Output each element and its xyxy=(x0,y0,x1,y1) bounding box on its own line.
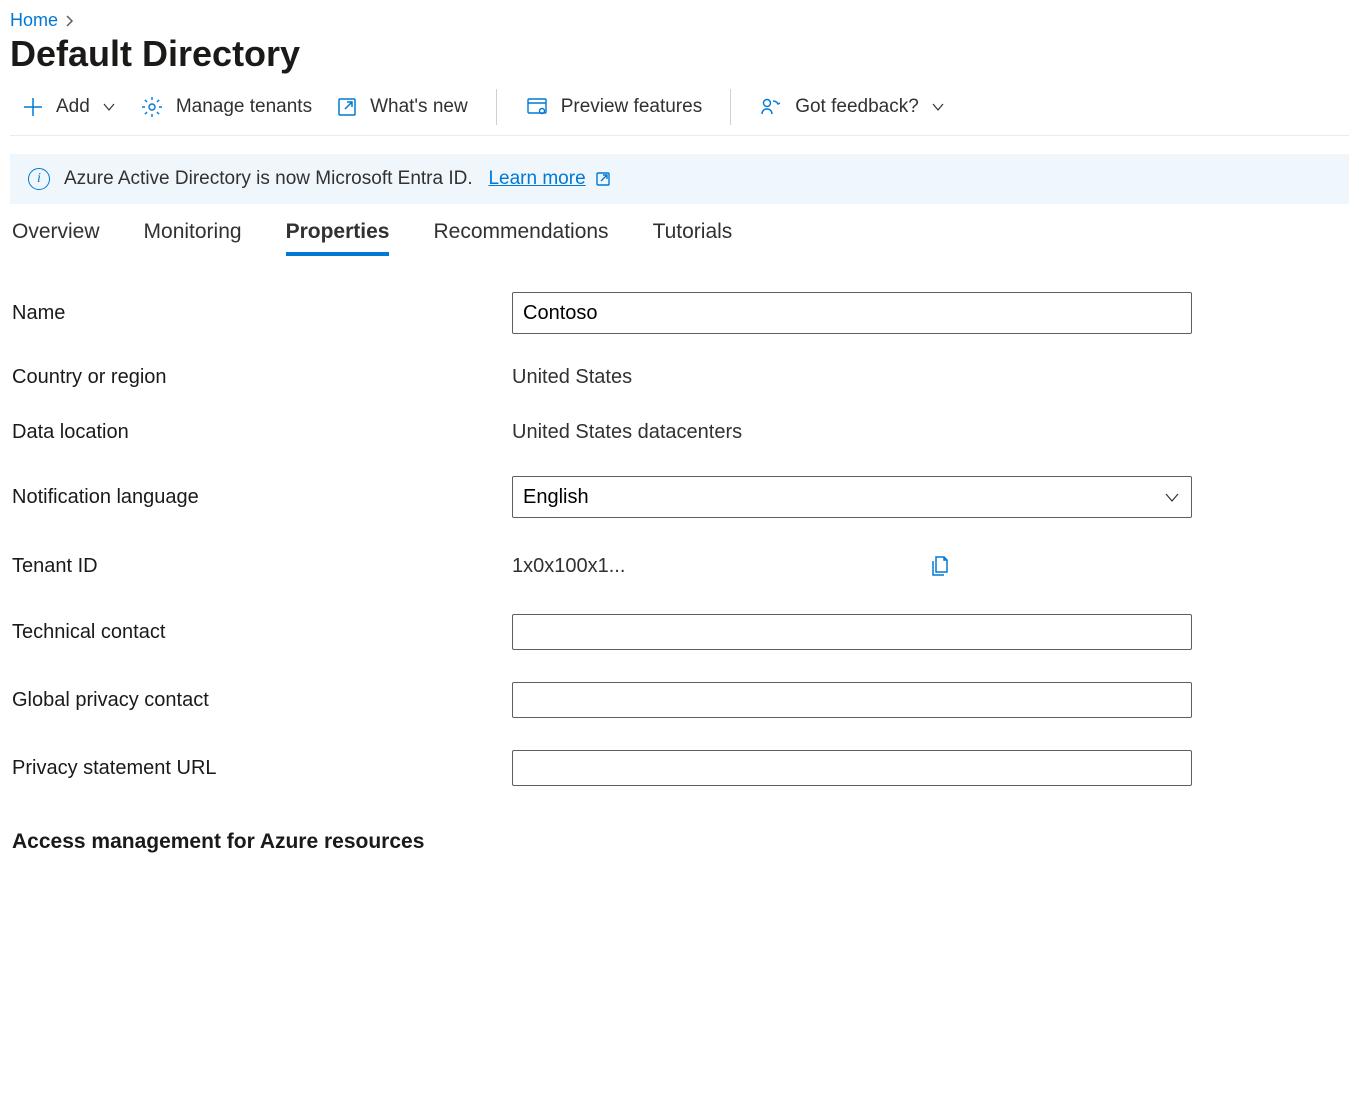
global-privacy-contact-input[interactable] xyxy=(512,682,1192,718)
external-link-icon xyxy=(595,171,611,187)
add-label: Add xyxy=(56,96,90,118)
feedback-icon xyxy=(759,95,783,119)
technical-contact-label: Technical contact xyxy=(12,621,512,644)
form-row-privacy-statement-url: Privacy statement URL xyxy=(12,750,1349,786)
country-value: United States xyxy=(512,366,632,389)
global-privacy-contact-label: Global privacy contact xyxy=(12,689,512,712)
whats-new-button[interactable]: What's new xyxy=(324,92,480,122)
data-location-value: United States datacenters xyxy=(512,421,742,444)
form-row-name: Name xyxy=(12,292,1349,334)
whats-new-label: What's new xyxy=(370,96,468,118)
add-button[interactable]: Add xyxy=(10,92,128,122)
chevron-right-icon xyxy=(64,15,76,27)
preview-features-button[interactable]: Preview features xyxy=(513,91,715,123)
technical-contact-input[interactable] xyxy=(512,614,1192,650)
form-row-technical-contact: Technical contact xyxy=(12,614,1349,650)
name-input[interactable] xyxy=(512,292,1192,334)
preview-features-label: Preview features xyxy=(561,96,703,118)
privacy-statement-url-label: Privacy statement URL xyxy=(12,757,512,780)
tab-recommendations[interactable]: Recommendations xyxy=(433,220,608,256)
tenant-id-label: Tenant ID xyxy=(12,555,512,578)
form-row-data-location: Data location United States datacenters xyxy=(12,421,1349,444)
tabs: Overview Monitoring Properties Recommend… xyxy=(10,220,1349,256)
copy-tenant-id-button[interactable] xyxy=(925,550,955,582)
manage-tenants-label: Manage tenants xyxy=(176,96,312,118)
data-location-label: Data location xyxy=(12,421,512,444)
breadcrumb: Home xyxy=(10,10,1349,31)
plus-icon xyxy=(22,96,44,118)
chevron-down-icon xyxy=(102,100,116,114)
name-label: Name xyxy=(12,302,512,325)
manage-tenants-button[interactable]: Manage tenants xyxy=(128,91,324,123)
open-external-icon xyxy=(336,96,358,118)
toolbar: Add Manage tenants What's new xyxy=(10,89,1349,136)
got-feedback-label: Got feedback? xyxy=(795,96,919,118)
tab-tutorials[interactable]: Tutorials xyxy=(653,220,733,256)
form-row-global-privacy-contact: Global privacy contact xyxy=(12,682,1349,718)
tab-properties[interactable]: Properties xyxy=(286,220,390,256)
info-bar: i Azure Active Directory is now Microsof… xyxy=(10,154,1349,204)
toolbar-separator xyxy=(730,89,731,125)
info-bar-learn-more-link[interactable]: Learn more xyxy=(488,168,585,189)
toolbar-separator xyxy=(496,89,497,125)
info-icon: i xyxy=(28,168,50,190)
page-title: Default Directory xyxy=(10,33,1349,75)
properties-form: Name Country or region United States Dat… xyxy=(10,292,1349,786)
info-bar-text: Azure Active Directory is now Microsoft … xyxy=(64,168,611,190)
got-feedback-button[interactable]: Got feedback? xyxy=(747,91,957,123)
privacy-statement-url-input[interactable] xyxy=(512,750,1192,786)
form-row-country: Country or region United States xyxy=(12,366,1349,389)
info-bar-message: Azure Active Directory is now Microsoft … xyxy=(64,168,473,189)
notification-language-select[interactable]: English xyxy=(512,476,1192,518)
tab-overview[interactable]: Overview xyxy=(12,220,100,256)
tenant-id-value: 1x0x100x1... xyxy=(512,555,625,578)
form-row-tenant-id: Tenant ID 1x0x100x1... xyxy=(12,550,1349,582)
copy-icon xyxy=(929,554,951,578)
preview-icon xyxy=(525,95,549,119)
tab-monitoring[interactable]: Monitoring xyxy=(144,220,242,256)
country-label: Country or region xyxy=(12,366,512,389)
chevron-down-icon xyxy=(931,100,945,114)
access-management-heading: Access management for Azure resources xyxy=(10,830,1349,854)
form-row-notification-language: Notification language English xyxy=(12,476,1349,518)
notification-language-label: Notification language xyxy=(12,486,512,509)
gear-icon xyxy=(140,95,164,119)
breadcrumb-home-link[interactable]: Home xyxy=(10,10,58,31)
